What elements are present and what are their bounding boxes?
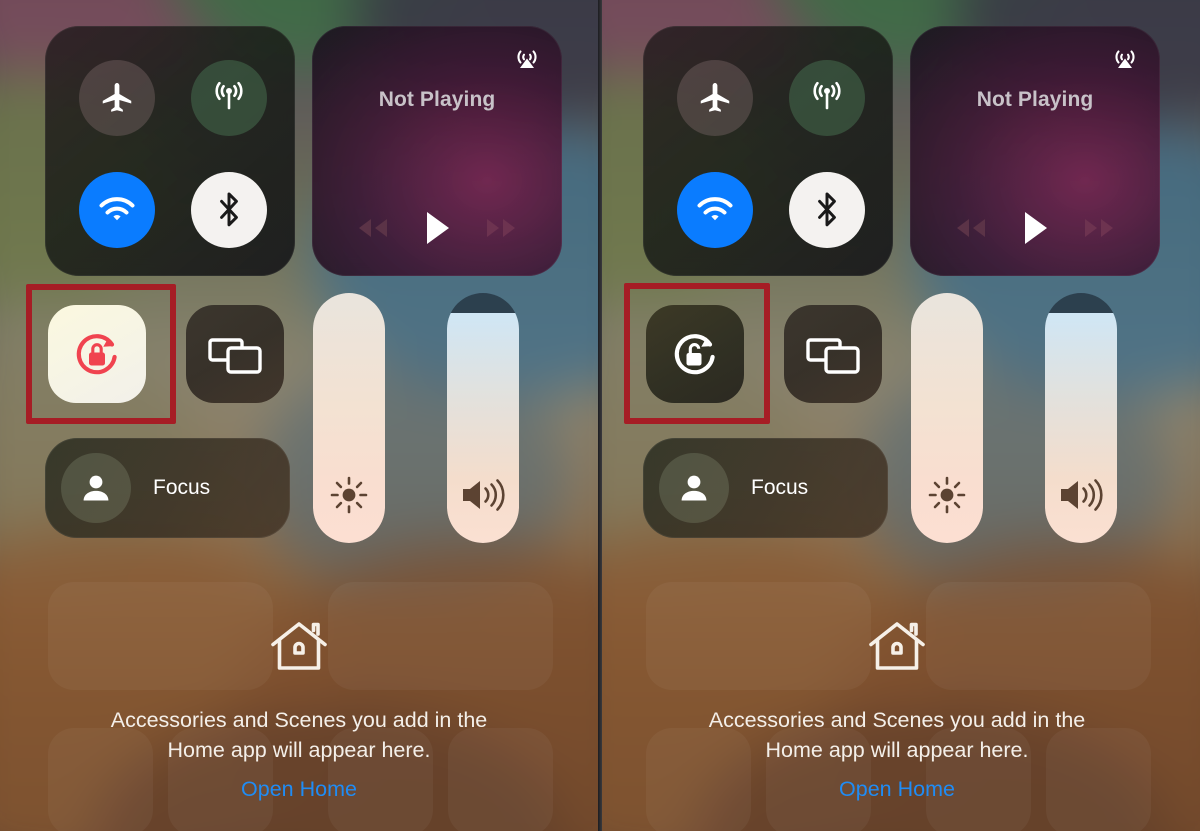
wifi-icon	[97, 195, 137, 225]
play-icon[interactable]	[1020, 209, 1050, 247]
cellular-antenna-icon	[209, 78, 249, 118]
focus-label: Focus	[751, 476, 809, 499]
media-transport-controls	[910, 204, 1160, 252]
home-section: Accessories and Scenes you add in the Ho…	[602, 560, 1196, 831]
brightness-slider[interactable]	[313, 293, 385, 543]
screen-mirroring-icon	[804, 330, 862, 378]
home-icon-wrap	[602, 618, 1196, 676]
home-empty-message: Accessories and Scenes you add in the Ho…	[602, 705, 1196, 765]
wifi-toggle[interactable]	[677, 172, 753, 248]
cellular-antenna-icon	[807, 78, 847, 118]
brightness-slider[interactable]	[911, 293, 983, 543]
fast-forward-icon[interactable]	[1078, 215, 1120, 241]
airplay-button[interactable]	[506, 38, 548, 80]
wifi-toggle[interactable]	[79, 172, 155, 248]
brightness-sun-icon	[327, 473, 371, 517]
home-icon-wrap	[0, 618, 598, 676]
focus-icon-circle	[61, 453, 131, 523]
focus-icon-circle	[659, 453, 729, 523]
cellular-data-toggle[interactable]	[789, 60, 865, 136]
volume-speaker-icon	[1055, 473, 1107, 517]
airplay-audio-icon	[1109, 43, 1141, 75]
screen-mirroring-icon	[206, 330, 264, 378]
annotation-box-rotation-lock-off	[624, 283, 770, 424]
volume-speaker-icon	[457, 473, 509, 517]
airplay-button[interactable]	[1104, 38, 1146, 80]
connectivity-module	[45, 26, 295, 276]
home-house-icon	[269, 618, 329, 676]
airplane-mode-toggle[interactable]	[79, 60, 155, 136]
bluetooth-toggle[interactable]	[191, 172, 267, 248]
home-message-line-2: Home app will appear here.	[765, 738, 1029, 762]
screen-mirroring-toggle[interactable]	[186, 305, 284, 403]
rewind-icon[interactable]	[352, 215, 394, 241]
home-message-line-1: Accessories and Scenes you add in the	[110, 708, 488, 732]
media-playback-module: Not Playing	[312, 26, 562, 276]
annotation-box-rotation-lock-on	[26, 284, 176, 424]
focus-toggle[interactable]: Focus	[643, 438, 888, 538]
cellular-data-toggle[interactable]	[191, 60, 267, 136]
bluetooth-icon	[212, 189, 246, 231]
screen-mirroring-toggle[interactable]	[784, 305, 882, 403]
screenshot-root: Not Playing Focus Accessories and Scenes…	[0, 0, 1200, 831]
now-playing-title: Not Playing	[378, 88, 496, 111]
connectivity-module	[643, 26, 893, 276]
person-icon	[677, 471, 711, 505]
volume-slider[interactable]	[447, 293, 519, 543]
fast-forward-icon[interactable]	[480, 215, 522, 241]
airplane-mode-toggle[interactable]	[677, 60, 753, 136]
home-house-icon	[867, 618, 927, 676]
focus-label: Focus	[153, 476, 211, 499]
home-message-line-2: Home app will appear here.	[167, 738, 431, 762]
open-home-link[interactable]: Open Home	[0, 777, 598, 802]
media-transport-controls	[312, 204, 562, 252]
home-empty-message: Accessories and Scenes you add in the Ho…	[0, 705, 598, 765]
home-message-line-1: Accessories and Scenes you add in the	[708, 708, 1086, 732]
play-icon[interactable]	[422, 209, 452, 247]
bluetooth-toggle[interactable]	[789, 172, 865, 248]
control-center-panel-left: Not Playing Focus Accessories and Scenes…	[0, 0, 598, 831]
wifi-icon	[695, 195, 735, 225]
open-home-link[interactable]: Open Home	[602, 777, 1196, 802]
volume-slider[interactable]	[1045, 293, 1117, 543]
person-icon	[79, 471, 113, 505]
home-section: Accessories and Scenes you add in the Ho…	[0, 560, 598, 831]
panel-divider	[598, 0, 602, 831]
airplane-icon	[98, 79, 136, 117]
now-playing-title: Not Playing	[976, 88, 1094, 111]
bluetooth-icon	[810, 189, 844, 231]
focus-toggle[interactable]: Focus	[45, 438, 290, 538]
airplay-audio-icon	[511, 43, 543, 75]
airplane-icon	[696, 79, 734, 117]
brightness-sun-icon	[925, 473, 969, 517]
control-center-panel-right: Not Playing Focus Accessories and Scenes…	[602, 0, 1200, 831]
media-playback-module: Not Playing	[910, 26, 1160, 276]
rewind-icon[interactable]	[950, 215, 992, 241]
